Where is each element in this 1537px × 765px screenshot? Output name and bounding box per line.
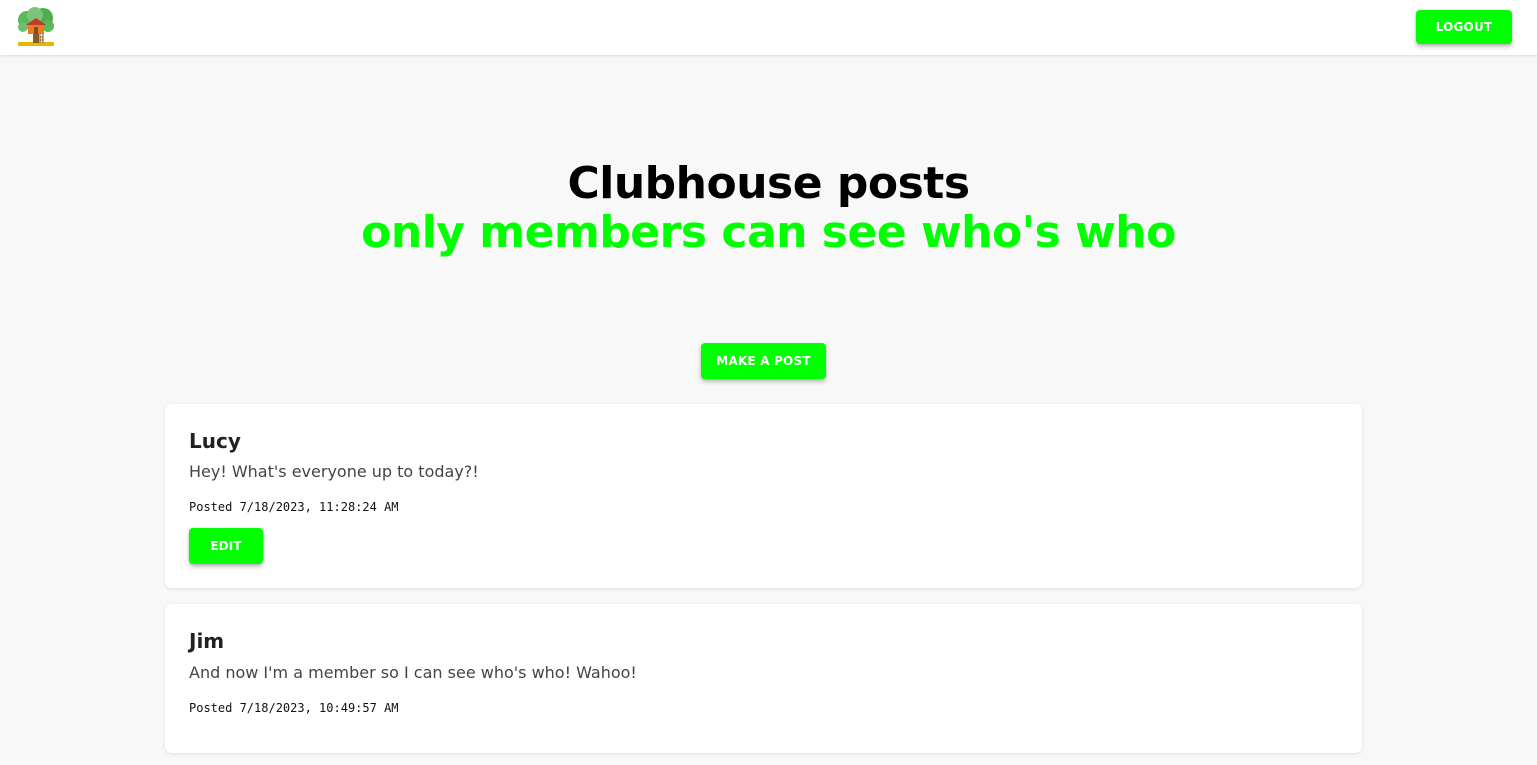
edit-post-button[interactable]: EDIT xyxy=(189,528,263,564)
post-body: And now I'm a member so I can see who's … xyxy=(189,663,637,682)
hero-section: Clubhouse posts only members can see who… xyxy=(0,158,1537,256)
treehouse-icon[interactable] xyxy=(15,6,57,48)
post-author: Lucy xyxy=(189,429,241,453)
top-navbar: LOGOUT xyxy=(0,0,1537,55)
post-card: Jim And now I'm a member so I can see wh… xyxy=(165,604,1362,753)
logout-button[interactable]: LOGOUT xyxy=(1416,10,1512,44)
post-timestamp: Posted 7/18/2023, 10:49:57 AM xyxy=(189,701,399,715)
post-author: Jim xyxy=(189,629,225,653)
make-post-button[interactable]: MAKE A POST xyxy=(701,343,826,379)
post-card: Lucy Hey! What's everyone up to today?! … xyxy=(165,404,1362,588)
page-subtitle: only members can see who's who xyxy=(361,207,1176,258)
post-timestamp: Posted 7/18/2023, 11:28:24 AM xyxy=(189,500,399,514)
post-body: Hey! What's everyone up to today?! xyxy=(189,462,479,481)
page-title: Clubhouse posts xyxy=(567,158,970,209)
